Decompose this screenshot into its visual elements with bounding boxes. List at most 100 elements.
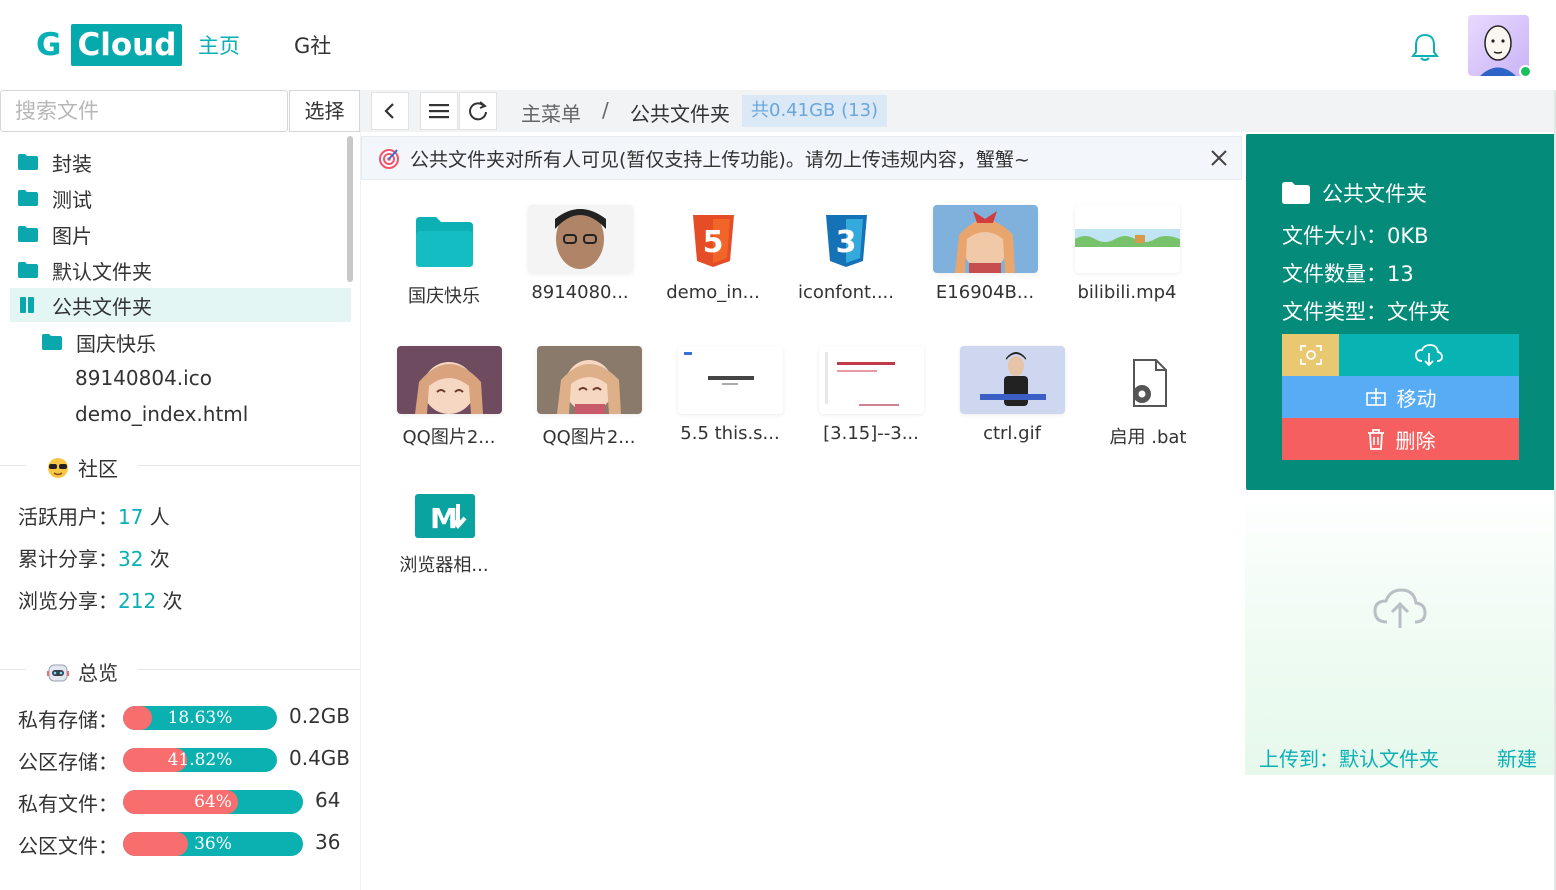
nav-home[interactable]: 主页 (198, 30, 240, 60)
back-button[interactable] (371, 92, 409, 130)
bar-label: 私有存储： (18, 708, 118, 732)
bar-value: 0.4GB (289, 746, 351, 770)
tree-item-tupian[interactable]: 图片 (10, 217, 351, 251)
info-title-text: 公共文件夹 (1322, 182, 1427, 206)
folder-large-icon (392, 205, 497, 273)
file-info-panel: 公共文件夹 文件大小：0KB 文件数量：13 文件类型：文件夹 移动 删除 (1246, 134, 1555, 490)
tree-item-label: 测试 (52, 187, 92, 212)
markdown-icon: M (392, 490, 497, 542)
refresh-button[interactable] (459, 92, 497, 130)
search-input[interactable] (0, 90, 288, 132)
folder-icon (18, 190, 38, 206)
delete-button[interactable]: 删除 (1282, 418, 1519, 460)
file-item[interactable]: M 浏览器相... (379, 490, 509, 577)
public-folder-icon (20, 297, 34, 313)
folder-icon (1282, 182, 1310, 204)
upload-target-label[interactable]: 上传到：默认文件夹 (1259, 743, 1439, 772)
html5-icon: 5 (661, 205, 766, 273)
info-title: 公共文件夹 (1282, 178, 1427, 208)
progress-bar: 41.82% (123, 748, 277, 772)
tree-item-label: 国庆快乐 (76, 331, 156, 356)
folder-tree: 封装 测试 图片 默认文件夹 公共文件夹 国庆快乐 89140804.ico d… (0, 134, 360, 430)
folder-icon (18, 262, 38, 278)
image-thumbnail (527, 205, 633, 273)
list-view-button[interactable] (420, 92, 458, 130)
refresh-icon (469, 101, 487, 121)
bat-file-icon (1096, 346, 1201, 414)
cloud-upload-icon[interactable] (1371, 584, 1429, 632)
tree-item-html-file[interactable]: demo_index.html (75, 397, 351, 430)
progress-percent: 64% (194, 792, 232, 812)
file-item[interactable]: 国庆快乐 (379, 205, 509, 308)
logo-g: G (36, 27, 62, 63)
tree-item-default-folder[interactable]: 默认文件夹 (10, 253, 351, 287)
file-item[interactable]: 8914080... (515, 205, 645, 303)
image-thumbnail (932, 205, 1038, 273)
scan-icon (1299, 345, 1322, 365)
scan-button[interactable] (1282, 334, 1339, 376)
download-button[interactable] (1339, 334, 1519, 376)
menu-icon (429, 104, 449, 119)
robot-emoji-icon (47, 664, 69, 681)
file-item[interactable]: 启用 .bat (1083, 346, 1213, 449)
tree-scrollbar[interactable] (347, 136, 353, 282)
bar-value: 64 (315, 788, 341, 812)
column-divider (360, 132, 361, 890)
file-name: 启用 .bat (1109, 427, 1187, 448)
stat-label: 浏览分享： (18, 589, 118, 613)
stat-label: 活跃用户： (18, 505, 118, 529)
new-button[interactable]: 新建 (1497, 743, 1537, 772)
tree-item-ico-file[interactable]: 89140804.ico (75, 361, 351, 395)
file-item[interactable]: E16904B... (920, 205, 1050, 303)
file-name: QQ图片2... (402, 427, 496, 448)
sunglasses-emoji-icon (48, 457, 68, 478)
progress-percent: 36% (194, 834, 232, 854)
tree-item-label: 公共文件夹 (52, 294, 152, 319)
overview-title: 总览 (78, 661, 118, 685)
stat-unit: 人 (143, 505, 170, 529)
active-users-stat: 活跃用户：17 人 (18, 501, 170, 530)
svg-text:3: 3 (835, 225, 856, 260)
file-item[interactable]: bilibili.mp4 (1062, 205, 1192, 303)
file-name: 8914080... (531, 282, 629, 303)
file-item[interactable]: ctrl.gif (947, 346, 1077, 444)
progress-percent: 41.82% (167, 750, 233, 770)
folder-icon (42, 334, 62, 350)
file-item[interactable]: 3 iconfont.... (781, 205, 911, 303)
notice-text: 公共文件夹对所有人可见(暂仅支持上传功能)。请勿上传违规内容，蟹蟹~ (410, 148, 1030, 171)
file-item[interactable]: 5.5 this.s... (665, 346, 795, 444)
breadcrumb-current[interactable]: 公共文件夹 (630, 98, 730, 127)
progress-bar: 18.63% (123, 706, 277, 730)
select-button[interactable]: 选择 (289, 90, 360, 132)
tree-item-fengzhuang[interactable]: 封装 (10, 145, 351, 179)
file-item[interactable]: [3.15]--3... (806, 346, 936, 444)
overview-section-title: 总览 (0, 655, 360, 685)
tree-item-public-folder[interactable]: 公共文件夹 (10, 288, 351, 322)
file-item[interactable]: 5 demo_in... (648, 205, 778, 303)
tree-item-guoqing[interactable]: 国庆快乐 (34, 325, 351, 359)
video-thumbnail (1074, 205, 1180, 273)
upload-dropzone[interactable] (1245, 490, 1556, 775)
delete-label: 删除 (1395, 428, 1436, 453)
logo-cloud: Cloud (71, 24, 183, 66)
logo[interactable]: G Cloud (36, 24, 183, 66)
bar-value: 36 (315, 830, 341, 854)
stat-unit: 次 (143, 547, 170, 571)
breadcrumb-root[interactable]: 主菜单 (521, 98, 581, 127)
progress-bar: 36% (123, 832, 303, 856)
move-button[interactable]: 移动 (1282, 376, 1519, 418)
notice-banner: 公共文件夹对所有人可见(暂仅支持上传功能)。请勿上传违规内容，蟹蟹~ (361, 136, 1242, 180)
tree-item-label: 默认文件夹 (52, 259, 152, 284)
bell-icon[interactable] (1408, 30, 1442, 64)
file-item[interactable]: QQ图片2... (524, 346, 654, 449)
close-icon[interactable] (1208, 147, 1230, 169)
top-header: G Cloud 主页 G社 (0, 0, 1556, 90)
stat-unit: 次 (156, 589, 183, 613)
file-item[interactable]: QQ图片2... (384, 346, 514, 449)
tree-item-label: 封装 (52, 151, 92, 176)
breadcrumb-separator: / (602, 98, 609, 122)
file-name: demo_in... (666, 282, 760, 303)
tree-item-ceshi[interactable]: 测试 (10, 181, 351, 215)
nav-g-community[interactable]: G社 (294, 30, 331, 60)
folder-size-badge: 共0.41GB (13) (742, 95, 888, 127)
